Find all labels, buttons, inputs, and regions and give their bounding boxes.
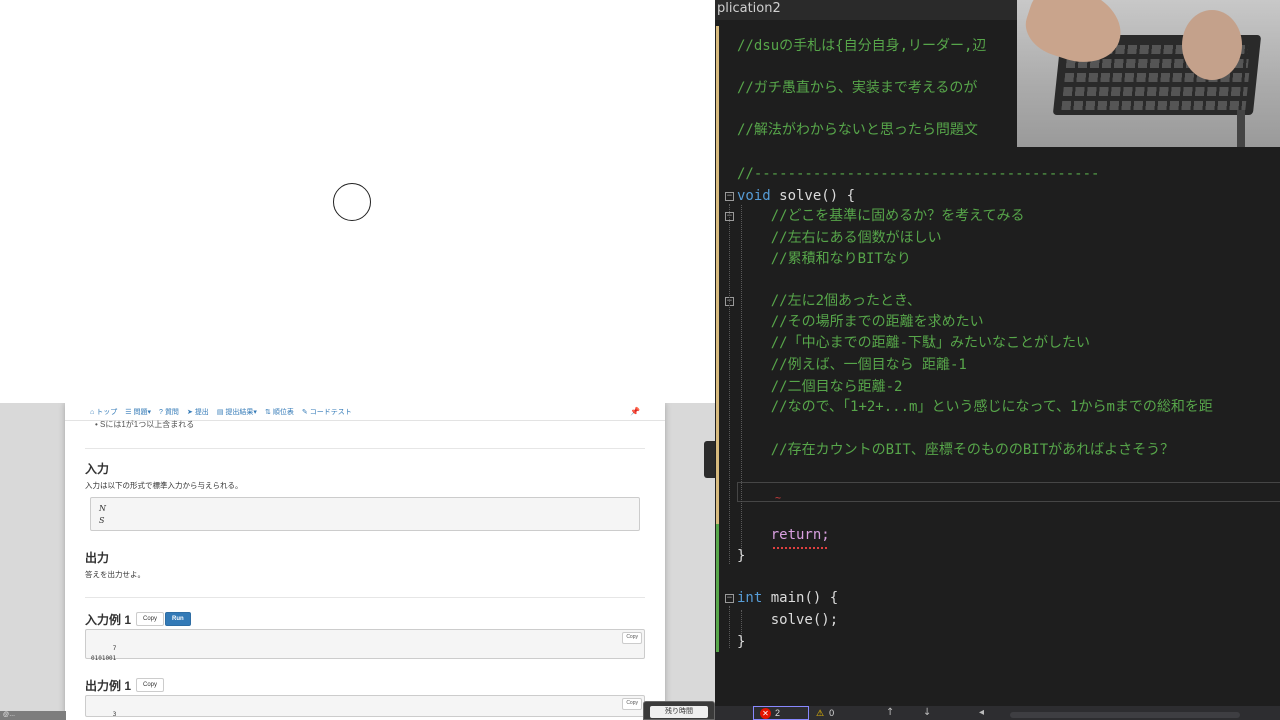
key-row: [1061, 101, 1247, 110]
remaining-time-tab[interactable]: 残り時間: [643, 701, 715, 720]
error-count-badge[interactable]: ✕ 2: [753, 706, 809, 720]
sample-input-run-button[interactable]: Run: [165, 612, 191, 626]
question-icon: ?: [159, 408, 163, 416]
send-icon: ➤: [186, 408, 193, 416]
code-line[interactable]: //ガチ愚直から、実装まで考えるのが: [737, 78, 977, 98]
results-icon: ▤: [216, 408, 224, 416]
cable-image: [1237, 110, 1245, 147]
fold-toggle-icon[interactable]: −: [725, 192, 734, 201]
sample-input-1-box: 7 0101001 Copy: [85, 629, 645, 662]
input-heading: 入力: [85, 462, 110, 476]
webcam-overlay: [1017, 0, 1280, 147]
problem-page: ⌂ トップ ☰ 問題▾ ? 質問 ➤ 提出 ▤ 提出結果▾ ⇅ 順位表 ✎ コードテスト 📌 …: [65, 403, 665, 720]
code-line[interactable]: solve();: [737, 610, 838, 630]
error-squiggle: ~: [775, 493, 782, 504]
code-line[interactable]: //左右にある個数がほしい: [737, 228, 942, 248]
code-line[interactable]: void solve() {: [737, 186, 855, 206]
format-line: N: [99, 504, 106, 513]
warning-icon: ⚠: [816, 708, 825, 718]
fold-toggle-icon[interactable]: −: [725, 594, 734, 603]
list-icon: ☰: [125, 408, 132, 416]
sample-input-1-heading: 入力例 1: [85, 613, 132, 627]
divider: [85, 448, 645, 449]
code-line[interactable]: //存在カウントのBIT、座標そのもののBITがあればよさそう？: [737, 440, 1174, 460]
divider: [85, 597, 645, 598]
warning-count-badge[interactable]: ⚠ 0: [816, 706, 834, 720]
horizontal-scrollbar[interactable]: [1010, 712, 1240, 718]
nav-item-questions[interactable]: ? 質問: [159, 407, 179, 417]
nav-item-results[interactable]: ▤ 提出結果▾: [217, 407, 257, 417]
keyword: int: [737, 590, 763, 606]
sample-output-1-heading: 出力例 1: [85, 679, 132, 693]
unsaved-change-bar: [716, 26, 719, 524]
error-count: 2: [775, 708, 781, 718]
current-line-highlight: [737, 482, 1280, 502]
wrench-icon: ✎: [301, 408, 308, 416]
code-line[interactable]: int main() {: [737, 588, 838, 608]
code-line[interactable]: //dsuの手札は{自分自身,リーダー,辺: [737, 36, 986, 56]
code-line[interactable]: //どこを基準に固めるか？を考えてみる: [737, 206, 1025, 226]
keyword: void: [737, 188, 771, 204]
right-hand-image: [1182, 10, 1242, 80]
arrow-down-icon[interactable]: ↓: [923, 706, 931, 720]
code-line[interactable]: //累積和なりBITなり: [737, 249, 911, 269]
output-description: 答えを出力せよ。: [85, 570, 145, 579]
code-line[interactable]: //解法がわからないと思ったら問題文: [737, 120, 978, 140]
sample-output-box-copy-button[interactable]: Copy: [622, 698, 642, 710]
code-line[interactable]: //例えば、一個目なら 距離-1: [737, 355, 967, 375]
input-description: 入力は以下の形式で標準入力から与えられる。: [85, 481, 243, 490]
nav-item-standings[interactable]: ⇅ 順位表: [265, 407, 294, 417]
output-heading: 出力: [85, 551, 110, 565]
code-line[interactable]: //左に2個あったとき、: [737, 291, 921, 311]
key-row: [1062, 87, 1248, 96]
warning-count: 0: [829, 708, 835, 718]
loading-spinner-icon: [333, 183, 371, 221]
scroll-left-icon[interactable]: ◂: [979, 706, 984, 720]
code-line[interactable]: //二個目なら距離-2: [737, 377, 903, 397]
sample-input-1-content: 7 0101001: [91, 645, 117, 662]
input-format-box: N S: [90, 497, 640, 531]
code-line[interactable]: //--------------------------------------…: [737, 164, 1099, 184]
error-icon: ✕: [760, 708, 771, 720]
sample-input-box-copy-button[interactable]: Copy: [622, 632, 642, 644]
sort-icon: ⇅: [264, 408, 271, 416]
constraint-text: • Sには1が1つ以上含まれる: [95, 420, 195, 429]
remaining-time-label: 残り時間: [650, 706, 708, 718]
error-underline: [773, 544, 827, 549]
code-text: solve() {: [770, 188, 856, 204]
code-line[interactable]: return;: [737, 525, 830, 545]
code-line[interactable]: }: [737, 546, 745, 566]
code-line[interactable]: //なので、「1+2+...m」という感じになって、1からmまでの総和を距: [737, 397, 1213, 417]
window-title: plication2: [717, 1, 781, 16]
sample-input-copy-button[interactable]: Copy: [136, 612, 165, 626]
nav-item-submit[interactable]: ➤ 提出: [187, 407, 209, 417]
home-icon: ⌂: [90, 408, 95, 416]
code-line[interactable]: }: [737, 632, 745, 652]
pin-icon[interactable]: 📌: [630, 407, 640, 416]
code-text: main() {: [762, 590, 839, 606]
sample-output-1-content: 3: [112, 711, 117, 718]
browser-viewport: ⌂ トップ ☰ 問題▾ ? 質問 ➤ 提出 ▤ 提出結果▾ ⇅ 順位表 ✎ コードテスト 📌 …: [0, 403, 715, 720]
nav-item-custom-test[interactable]: ✎ コードテスト: [302, 407, 352, 417]
nav-item-top[interactable]: ⌂ トップ: [90, 407, 117, 417]
blank-content-area: [0, 0, 715, 403]
edge-badge: @…: [0, 711, 66, 720]
code-line[interactable]: //「中心までの距離-下駄」みたいなことがしたい: [737, 333, 1090, 353]
sample-output-1-box: 3 Copy: [85, 695, 645, 718]
side-handle[interactable]: [704, 441, 715, 478]
saved-change-bar: [716, 524, 719, 652]
nav-item-problems[interactable]: ☰ 問題▾: [125, 407, 151, 417]
indent-guide: [729, 204, 730, 564]
arrow-up-icon[interactable]: ↑: [886, 706, 894, 720]
format-line: S: [99, 516, 105, 525]
sample-output-copy-button[interactable]: Copy: [136, 678, 165, 692]
indent-guide: [729, 606, 730, 648]
code-line[interactable]: //その場所までの距離を求めたい: [737, 312, 984, 332]
